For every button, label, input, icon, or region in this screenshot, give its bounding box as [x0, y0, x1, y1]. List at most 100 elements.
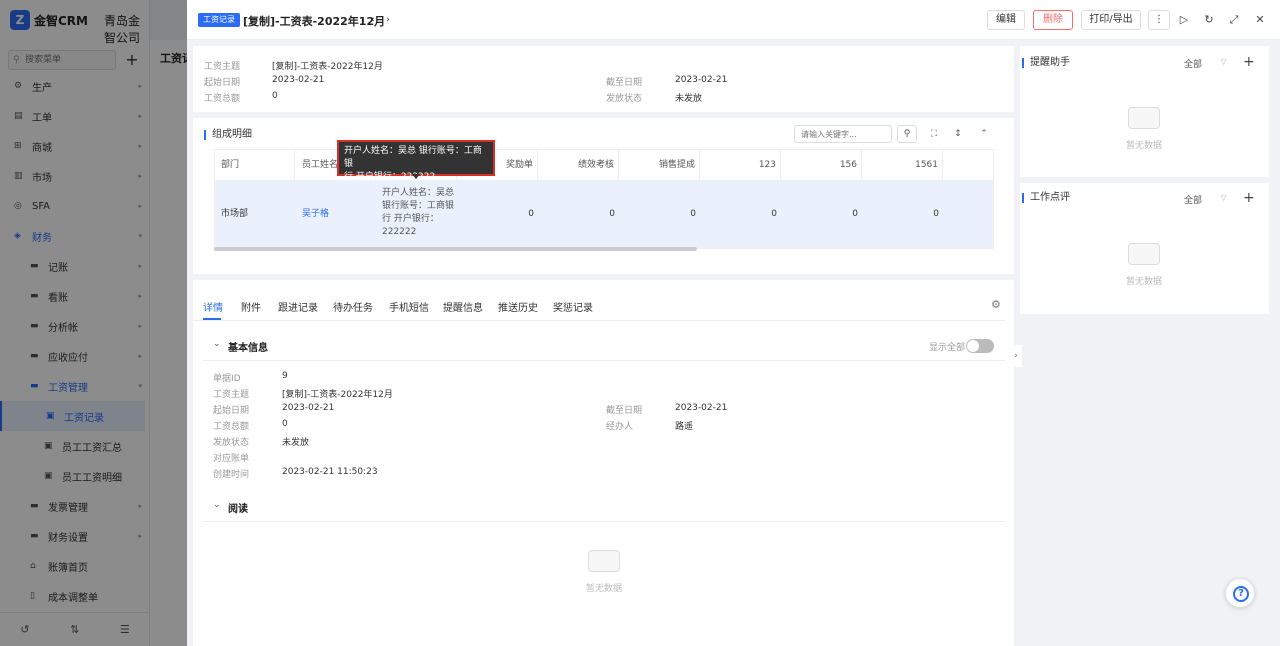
table-search-input[interactable]: [795, 126, 891, 142]
more-button[interactable]: ⋮: [1148, 10, 1170, 30]
drawer-header: 工资记录 [复制]-工资表-2022年12月 ‹ › 编辑 删除 打印/导出 ⋮…: [187, 0, 1280, 40]
chevron-down-icon[interactable]: ⌄: [213, 339, 221, 349]
print-export-button[interactable]: 打印/导出: [1081, 10, 1141, 30]
empty-text: 暂无数据: [1126, 277, 1163, 287]
row-height-icon[interactable]: ↕: [951, 127, 965, 141]
column-header[interactable]: 156: [781, 150, 862, 180]
read-section-title[interactable]: 阅读: [228, 500, 248, 515]
field-label: 起始日期: [213, 406, 250, 416]
add-review-icon[interactable]: +: [1243, 191, 1255, 205]
field-label: 创建时间: [213, 470, 250, 480]
field-label: 起始日期: [204, 78, 241, 88]
bank-line: 银行账号：工商银: [382, 201, 455, 211]
tab-sms[interactable]: 手机短信: [389, 299, 429, 314]
help-icon: ?: [1233, 586, 1249, 602]
field-value: 2023-02-21: [675, 75, 728, 85]
field-label: 单据ID: [213, 374, 241, 384]
tabs-divider: [193, 320, 1005, 321]
field-label: 工资主题: [213, 390, 250, 400]
expand-table-icon[interactable]: ⛶: [927, 127, 941, 141]
help-button[interactable]: ?: [1225, 578, 1255, 608]
chevron-up-icon[interactable]: ⌃: [977, 127, 991, 141]
field-value: 0: [282, 419, 288, 429]
tab-push-history[interactable]: 推送历史: [498, 299, 538, 314]
field-value: 2023-02-21: [272, 75, 325, 85]
bank-line: 222222: [382, 227, 417, 237]
chevron-down-icon[interactable]: ▽: [1221, 194, 1226, 202]
settings-icon[interactable]: ⚙: [991, 298, 1001, 311]
close-icon[interactable]: ✕: [1252, 12, 1268, 28]
prev-record-icon[interactable]: ‹: [366, 13, 380, 27]
add-reminder-icon[interactable]: +: [1243, 55, 1255, 69]
cell-value: 0: [852, 209, 858, 219]
field-value: 2023-02-21: [675, 403, 728, 413]
field-label: 工资总额: [213, 422, 250, 432]
reminder-title: 提醒助手: [1022, 58, 1070, 68]
fullscreen-icon[interactable]: ⤢: [1226, 12, 1242, 28]
tab-details[interactable]: 详情: [203, 299, 223, 314]
field-value: 未发放: [675, 94, 703, 104]
field-label: 发放状态: [213, 438, 250, 448]
drawer-title: [复制]-工资表-2022年12月: [243, 15, 386, 28]
cell-dept: 市场部: [221, 209, 249, 219]
column-header[interactable]: 部门: [215, 150, 295, 180]
field-label: 经办人: [606, 422, 634, 432]
cell-value: 0: [933, 209, 939, 219]
table-search[interactable]: [794, 125, 892, 143]
tab-attachments[interactable]: 附件: [241, 299, 261, 314]
composition-title: 组成明细: [204, 130, 252, 140]
detail-drawer: 工资记录 [复制]-工资表-2022年12月 ‹ › 编辑 删除 打印/导出 ⋮…: [187, 0, 1280, 646]
cell-value: 0: [528, 209, 534, 219]
field-label: 工资总额: [204, 94, 241, 104]
cell-bank-info: 开户人姓名：吴总 银行账号：工商银 行 开户银行： 222222: [382, 187, 456, 239]
toggle-knob: [967, 340, 979, 352]
field-label: 对应账单: [213, 454, 250, 464]
chevron-down-icon[interactable]: ▽: [1221, 58, 1226, 66]
field-value: 路遥: [675, 422, 694, 432]
chevron-down-icon[interactable]: ⌄: [213, 500, 221, 510]
field-value: [复制]-工资表-2022年12月: [282, 390, 393, 400]
empty-inbox-icon: [588, 550, 620, 572]
field-label: 截至日期: [606, 406, 643, 416]
empty-text: 暂无数据: [586, 584, 623, 594]
refresh-icon[interactable]: ↻: [1201, 12, 1217, 28]
tab-rewards[interactable]: 奖惩记录: [553, 299, 593, 314]
cell-employee-link[interactable]: 吴子格: [302, 180, 329, 248]
show-all-toggle[interactable]: [966, 339, 994, 353]
cell-value: 0: [690, 209, 696, 219]
bank-info-tooltip: 开户人姓名：吴总 银行账号：工商银 行 开户银行：222222: [337, 140, 495, 182]
tab-reminders[interactable]: 提醒信息: [443, 299, 483, 314]
horizontal-scrollbar[interactable]: [214, 247, 697, 251]
summary-card: 工资主题 [复制]-工资表-2022年12月 起始日期 2023-02-21 截…: [193, 46, 1014, 112]
tab-todo[interactable]: 待办任务: [333, 299, 373, 314]
empty-text: 暂无数据: [1126, 141, 1163, 151]
column-header[interactable]: 销售提成: [619, 150, 700, 180]
search-icon[interactable]: ⚲: [897, 125, 917, 143]
edit-button[interactable]: 编辑: [987, 10, 1025, 30]
empty-inbox-icon: [1128, 107, 1160, 129]
column-header[interactable]: 绩效考核: [538, 150, 619, 180]
reminder-filter[interactable]: 全部: [1184, 57, 1202, 70]
review-filter[interactable]: 全部: [1184, 193, 1202, 206]
tab-follow-up[interactable]: 跟进记录: [278, 299, 318, 314]
column-header[interactable]: 1561: [862, 150, 943, 180]
play-icon[interactable]: ▷: [1176, 12, 1192, 28]
field-value: 2023-02-21: [282, 403, 335, 413]
tooltip-line: 开户人姓名：吴总 银行账号：工商银: [344, 146, 482, 169]
field-label: 截至日期: [606, 78, 643, 88]
field-label: 发放状态: [606, 94, 643, 104]
basic-info-title[interactable]: 基本信息: [228, 339, 268, 354]
panel-collapse-icon[interactable]: ›: [1010, 345, 1022, 367]
show-all-label: 显示全部: [929, 343, 966, 353]
review-title: 工作点评: [1022, 193, 1070, 203]
tooltip-arrow: [412, 174, 420, 179]
delete-button[interactable]: 删除: [1033, 10, 1073, 30]
field-value: [复制]-工资表-2022年12月: [272, 62, 383, 72]
divider: [203, 360, 1005, 361]
next-record-icon[interactable]: ›: [381, 13, 395, 27]
field-label: 工资主题: [204, 62, 241, 72]
column-header[interactable]: 123: [700, 150, 781, 180]
field-value: 未发放: [282, 438, 310, 448]
field-value: 2023-02-21 11:50:23: [282, 467, 378, 477]
cell-value: 0: [771, 209, 777, 219]
